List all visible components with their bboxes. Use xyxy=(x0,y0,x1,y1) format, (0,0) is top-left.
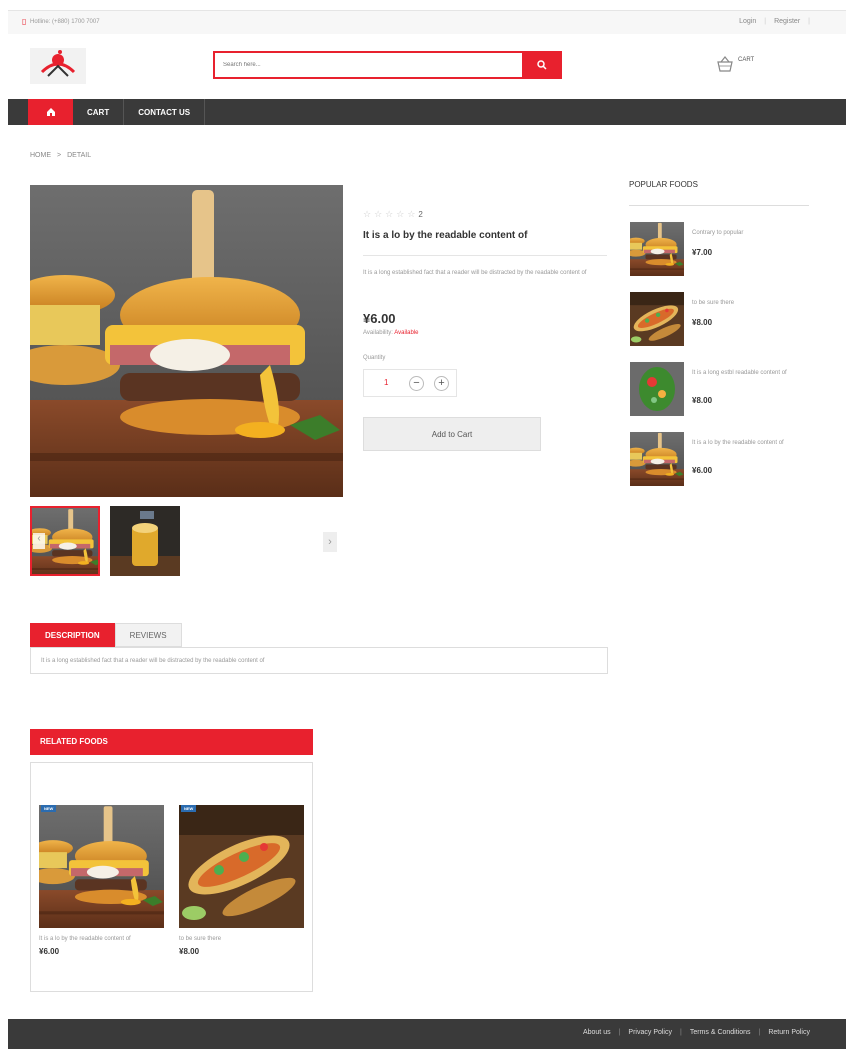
product-description: It is a long established fact that a rea… xyxy=(363,270,587,276)
star-icon: ☆ xyxy=(363,209,373,219)
popular-item-image[interactable] xyxy=(630,292,684,346)
popular-item-price: ¥8.00 xyxy=(692,396,713,405)
breadcrumb-current: DETAIL xyxy=(67,152,92,159)
quantity-value[interactable]: 1 xyxy=(384,378,388,387)
star-icon: ☆ xyxy=(407,209,417,219)
separator: | xyxy=(764,18,767,25)
account-links: Login | Register | xyxy=(739,18,810,25)
popular-item-price: ¥8.00 xyxy=(692,318,713,327)
rating-count: 2 xyxy=(418,210,424,219)
popular-foods-title: POPULAR FOODS xyxy=(629,180,698,189)
related-item-name[interactable]: to be sure there xyxy=(179,934,289,944)
site-logo[interactable] xyxy=(30,48,86,84)
product-main-image[interactable] xyxy=(30,185,343,497)
main-nav: CART CONTACT US xyxy=(8,99,846,125)
availability: Availability: Available xyxy=(363,330,419,336)
related-item[interactable]: NEW It is a lo by the readable content o… xyxy=(39,805,164,956)
add-to-cart-button[interactable]: Add to Cart xyxy=(363,417,541,451)
popular-item-name[interactable]: It is a lo by the readable content of xyxy=(692,438,802,449)
nav-item-cart[interactable]: CART xyxy=(73,99,125,125)
footer-link-return[interactable]: Return Policy xyxy=(768,1029,810,1036)
breadcrumb: HOME > DETAIL xyxy=(30,152,91,159)
related-foods-panel: NEW It is a lo by the readable content o… xyxy=(30,762,313,992)
related-item-price: ¥8.00 xyxy=(179,947,200,956)
related-item-name[interactable]: It is a lo by the readable content of xyxy=(39,934,149,944)
product-tabs: DESCRIPTION REVIEWS xyxy=(30,623,182,647)
search-input[interactable] xyxy=(223,58,513,72)
cart-label: CART xyxy=(738,57,755,63)
footer: About us | Privacy Policy | Terms & Cond… xyxy=(8,1019,846,1049)
breadcrumb-separator: > xyxy=(57,152,62,159)
separator: | xyxy=(758,1029,761,1036)
separator: | xyxy=(680,1029,682,1036)
popular-item-price: ¥6.00 xyxy=(692,466,713,475)
decrease-button[interactable]: − xyxy=(409,376,424,391)
quantity-label: Quantity xyxy=(363,355,386,361)
related-item-image[interactable]: NEW xyxy=(39,805,164,928)
popular-item-image[interactable] xyxy=(630,222,684,276)
home-icon xyxy=(46,108,55,116)
star-icon: ☆ xyxy=(374,209,384,219)
tab-description[interactable]: DESCRIPTION xyxy=(30,623,115,647)
availability-value: Available xyxy=(394,330,419,336)
quantity-stepper: 1 − + xyxy=(363,369,457,397)
increase-button[interactable]: + xyxy=(434,376,449,391)
breadcrumb-home[interactable]: HOME xyxy=(30,152,51,159)
nav-item-contact[interactable]: CONTACT US xyxy=(124,99,206,125)
phone-icon: ▯ xyxy=(22,17,27,26)
nav-home[interactable] xyxy=(28,99,73,125)
divider xyxy=(629,205,809,206)
product-thumbnail[interactable] xyxy=(110,506,180,576)
logo-icon xyxy=(40,50,76,77)
popular-item[interactable]: Contrary to popular ¥7.00 xyxy=(630,222,810,276)
rating: ☆ ☆ ☆ ☆ ☆ 2 xyxy=(363,209,424,220)
popular-item[interactable]: to be sure there ¥8.00 xyxy=(630,292,810,346)
hotline: ▯ Hotline: (+880) 1700 7007 xyxy=(22,17,100,26)
top-bar: ▯ Hotline: (+880) 1700 7007 Login | Regi… xyxy=(8,10,846,34)
tab-content: It is a long established fact that a rea… xyxy=(30,647,608,674)
related-item-image[interactable]: NEW xyxy=(179,805,304,928)
login-link[interactable]: Login xyxy=(739,18,756,25)
related-item-price: ¥6.00 xyxy=(39,947,60,956)
footer-link-terms[interactable]: Terms & Conditions xyxy=(690,1029,751,1036)
popular-item-price: ¥7.00 xyxy=(692,248,713,257)
search-bar xyxy=(213,51,562,79)
tab-reviews[interactable]: REVIEWS xyxy=(114,623,182,647)
related-item[interactable]: NEW to be sure there ¥8.00 xyxy=(179,805,304,956)
thumbnail-prev-arrow[interactable]: ‹ xyxy=(33,533,45,549)
product-title: It is a lo by the readable content of xyxy=(363,230,528,241)
popular-item-name[interactable]: Contrary to popular xyxy=(692,228,802,239)
new-badge: NEW xyxy=(181,805,197,812)
star-icon: ☆ xyxy=(396,209,406,219)
footer-links: About us | Privacy Policy | Terms & Cond… xyxy=(583,1029,810,1036)
separator: | xyxy=(618,1029,621,1036)
popular-item-name[interactable]: to be sure there xyxy=(692,298,802,309)
separator: | xyxy=(808,18,810,25)
thumbnail-next-arrow[interactable]: › xyxy=(323,532,337,552)
product-price: ¥6.00 xyxy=(363,311,396,326)
hotline-text: Hotline: (+880) 1700 7007 xyxy=(30,19,100,25)
popular-item-image[interactable] xyxy=(630,432,684,486)
new-badge: NEW xyxy=(41,805,57,812)
header-cart[interactable]: CART xyxy=(716,55,754,73)
availability-label: Availability: xyxy=(363,330,393,336)
footer-link-about[interactable]: About us xyxy=(583,1029,611,1036)
divider xyxy=(363,255,607,256)
footer-link-privacy[interactable]: Privacy Policy xyxy=(628,1029,672,1036)
popular-item[interactable]: It is a lo by the readable content of ¥6… xyxy=(630,432,810,486)
star-icon: ☆ xyxy=(385,209,395,219)
popular-item-image[interactable] xyxy=(630,362,684,416)
popular-item-name[interactable]: It is a long estbl readable content of xyxy=(692,368,802,379)
search-button[interactable] xyxy=(522,51,562,79)
popular-item[interactable]: It is a long estbl readable content of ¥… xyxy=(630,362,810,416)
related-foods-title: RELATED FOODS xyxy=(30,729,313,755)
basket-icon xyxy=(717,56,733,72)
register-link[interactable]: Register xyxy=(774,18,800,25)
search-icon xyxy=(537,60,547,70)
